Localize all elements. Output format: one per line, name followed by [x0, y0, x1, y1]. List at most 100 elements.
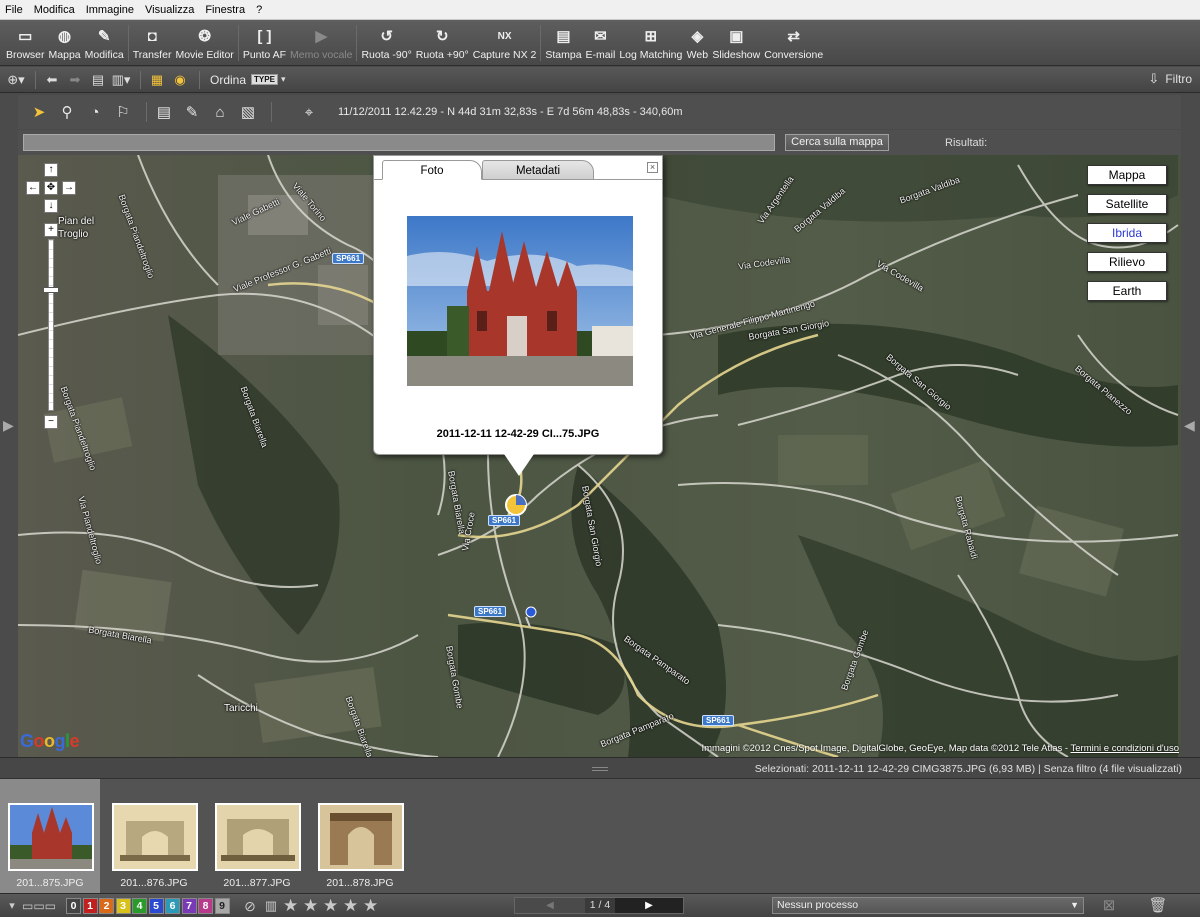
tab-metadati[interactable]: Metadati	[482, 160, 594, 180]
thumbnail[interactable]: 201...878.JPG	[310, 779, 410, 894]
ruota-90--button[interactable]: ↻ Ruota +90°	[414, 21, 471, 65]
reject-icon[interactable]: ▥	[261, 896, 281, 916]
menu-item[interactable]: Finestra	[200, 4, 251, 16]
memo-vocale-button[interactable]: ▶ Memo vocale	[288, 21, 354, 65]
thumbnail[interactable]: 201...875.JPG	[0, 779, 100, 894]
crosshair-icon[interactable]: ⌖	[298, 101, 320, 123]
pan-center-button[interactable]: ✥	[44, 181, 58, 195]
trash-icon[interactable]: 🗑︎	[1148, 896, 1168, 916]
color-label-0[interactable]: 0	[66, 898, 81, 914]
modifica-button[interactable]: ✎ Modifica	[83, 21, 126, 65]
tab-foto[interactable]: Foto	[382, 160, 482, 180]
mappa-button[interactable]: ◍ Mappa	[47, 21, 83, 65]
conversione-button[interactable]: ⇄ Conversione	[762, 21, 825, 65]
toolbar-label: Web	[686, 49, 709, 61]
capture-nx-2-button[interactable]: NX Capture NX 2	[471, 21, 539, 65]
menu-item[interactable]: File	[0, 4, 29, 16]
settings-tool-icon[interactable]: ✎	[181, 101, 203, 123]
map-search-input[interactable]	[23, 134, 775, 151]
terms-link[interactable]: Termini e condizioni d'uso	[1071, 743, 1179, 754]
rating-star-icon[interactable]: ★	[363, 896, 378, 916]
web-button[interactable]: ◈ Web	[684, 21, 710, 65]
folder-up-icon[interactable]: ▤	[88, 71, 108, 89]
folders-icon[interactable]: ▦	[147, 71, 167, 89]
results-label: Risultati:	[945, 137, 988, 149]
slideshow-button[interactable]: ▣ Slideshow	[710, 21, 762, 65]
home-tool-icon[interactable]: ⌂	[209, 101, 231, 123]
satellite-map[interactable]: Borgata Piandeltroglio Viale Gabetti Via…	[18, 155, 1181, 757]
pin-tool-icon[interactable]: ⚲	[56, 101, 78, 123]
next-page-button[interactable]: ▶	[615, 898, 683, 913]
color-label-1[interactable]: 1	[82, 898, 98, 914]
ruota-90--button[interactable]: ↺ Ruota -90°	[359, 21, 413, 65]
map-type-satellite[interactable]: Satellite	[1087, 194, 1167, 214]
stampa-button[interactable]: ▤ Stampa	[543, 21, 583, 65]
filmstrip-view-icon[interactable]: ▭▭▭	[22, 896, 56, 916]
cancel-process-icon[interactable]: ⊠	[1099, 896, 1119, 916]
menu-item[interactable]: Modifica	[29, 4, 81, 16]
globe-dropdown-icon[interactable]: ⊕▾	[6, 71, 26, 89]
menu-item[interactable]: Visualizza	[140, 4, 200, 16]
zoom-slider[interactable]	[48, 239, 54, 411]
zoom-in-button[interactable]: +	[44, 223, 58, 237]
color-label-2[interactable]: 2	[99, 898, 114, 914]
color-label-5[interactable]: 5	[148, 898, 164, 914]
rating-star-icon[interactable]: ★	[323, 896, 338, 916]
color-label-6[interactable]: 6	[165, 898, 180, 914]
camera-folder-icon[interactable]: ◉	[170, 71, 190, 89]
prev-page-button[interactable]: ◀	[515, 898, 585, 913]
back-arrow-icon[interactable]: ⬅	[42, 71, 62, 89]
color-label-9[interactable]: 9	[214, 898, 230, 914]
right-panel-toggle[interactable]: ◀	[1181, 95, 1200, 757]
pan-right-button[interactable]: →	[62, 181, 76, 195]
track-tool-icon[interactable]: ⚐	[112, 101, 134, 123]
panel-splitter[interactable]: Selezionati: 2011-12-11 12-42-29 CIMG387…	[0, 757, 1200, 778]
left-panel-toggle[interactable]: ▶	[0, 95, 18, 757]
compass-tool-icon[interactable]: ◔	[84, 101, 106, 123]
map-type-mappa[interactable]: Mappa	[1087, 165, 1167, 185]
close-icon[interactable]: ×	[647, 162, 658, 173]
log-tool-icon[interactable]: ▤	[153, 101, 175, 123]
map-type-rilievo[interactable]: Rilievo	[1087, 252, 1167, 272]
color-label-4[interactable]: 4	[132, 898, 147, 914]
pan-left-button[interactable]: ←	[26, 181, 40, 195]
toolbar-separator	[540, 25, 542, 61]
movie-editor-button[interactable]: ❂ Movie Editor	[173, 21, 235, 65]
menu-item[interactable]: ?	[251, 4, 268, 16]
no-rating-icon[interactable]: ⊘	[240, 896, 260, 916]
filter-button[interactable]: ⇩ Filtro	[1148, 71, 1192, 87]
sort-type-dropdown[interactable]: TYPE	[251, 74, 278, 85]
color-label-8[interactable]: 8	[198, 898, 213, 914]
pan-up-button[interactable]: ↑	[44, 163, 58, 177]
log-matching-button[interactable]: ⊞ Log Matching	[617, 21, 684, 65]
menu-bar: File Modifica Immagine Visualizza Finestra?	[0, 0, 1200, 20]
thumbnail[interactable]: 201...876.JPG	[104, 779, 204, 894]
map-type-ibrida[interactable]: Ibrida	[1087, 223, 1167, 243]
process-dropdown[interactable]: Nessun processo ▼	[772, 897, 1084, 914]
pointer-tool-icon[interactable]: ➤	[28, 101, 50, 123]
zoom-out-button[interactable]: −	[44, 415, 58, 429]
view-mode-dropdown-icon[interactable]: ▾	[2, 896, 22, 916]
thumbnail[interactable]: 201...877.JPG	[207, 779, 307, 894]
splitter-grip-icon[interactable]	[592, 767, 608, 771]
toolbar-label: E-mail	[585, 49, 616, 61]
rating-star-icon[interactable]: ★	[343, 896, 358, 916]
transfer-button[interactable]: ◘ Transfer	[131, 21, 174, 65]
rating-star-icon[interactable]: ★	[283, 896, 298, 916]
photo-location-tool-icon[interactable]: ▧	[237, 101, 259, 123]
punto-af-button[interactable]: [ ] Punto AF	[241, 21, 288, 65]
search-map-button[interactable]: Cerca sulla mappa	[785, 134, 889, 151]
rating-star-icon[interactable]: ★	[303, 896, 318, 916]
e-mail-button[interactable]: ✉ E-mail	[584, 21, 618, 65]
pan-down-button[interactable]: ↓	[44, 199, 58, 213]
browser-button[interactable]: ▭ Browser	[4, 21, 47, 65]
color-label-7[interactable]: 7	[181, 898, 197, 914]
zoom-slider-handle[interactable]	[43, 287, 59, 293]
sort-dropdown-arrow-icon[interactable]: ▾	[281, 74, 286, 85]
folder-dropdown-icon[interactable]: ▥▾	[111, 71, 131, 89]
forward-arrow-icon[interactable]: ➡	[65, 71, 85, 89]
map-location-pin[interactable]	[525, 606, 537, 618]
map-type-earth[interactable]: Earth	[1087, 281, 1167, 301]
menu-item[interactable]: Immagine	[81, 4, 140, 16]
color-label-3[interactable]: 3	[115, 898, 131, 914]
